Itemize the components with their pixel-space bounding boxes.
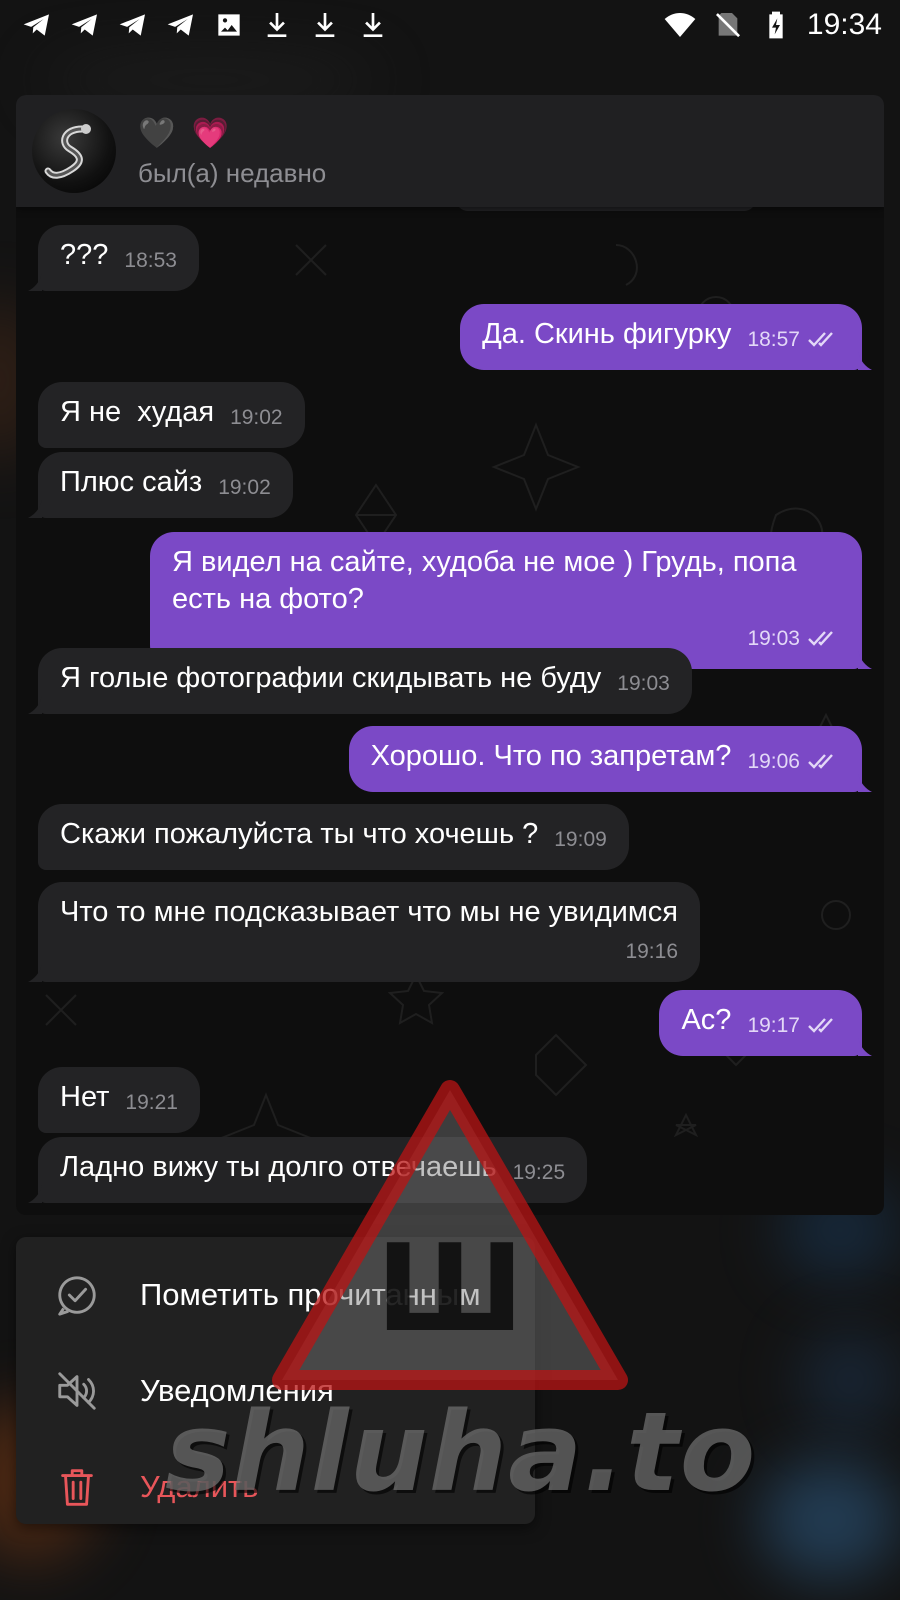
message-list: ??? 18:53 Да. Скинь фигурку 18:57 Я не худ… (16, 95, 884, 1215)
message-incoming[interactable]: Я не худая 19:02 (38, 382, 305, 448)
message-time: 18:53 (124, 249, 177, 272)
message-time: 19:17 (747, 1014, 800, 1037)
telegram-icon (68, 8, 102, 42)
mark-as-read-label: Пометить прочитанным (140, 1277, 481, 1312)
message-time: 19:16 (625, 940, 679, 963)
delete-item[interactable]: Удалить (16, 1439, 535, 1535)
bubble-tail (28, 273, 42, 291)
trash-icon (52, 1462, 102, 1512)
image-icon (212, 8, 246, 42)
battery-charging-icon (759, 8, 793, 42)
message-text: Я голые фотографии скидывать не буду (60, 662, 602, 694)
download-icon (356, 8, 390, 42)
message-incoming[interactable]: Я голые фотографии скидывать не буду 19:0… (28, 648, 692, 714)
delete-label: Удалить (140, 1469, 259, 1504)
bubble-tail (28, 500, 42, 518)
bubble-tail (28, 964, 42, 982)
message-text: Хорошо. Что по запретам? (370, 740, 732, 772)
message-incoming[interactable]: Плюс сайз 19:02 (28, 452, 293, 518)
wifi-icon (663, 8, 697, 42)
clock: 19:34 (806, 8, 882, 41)
double-check-icon (808, 743, 840, 780)
notifications-item[interactable]: Уведомления (16, 1343, 535, 1439)
notification-icons (20, 8, 390, 42)
message-text: Я не худая (60, 396, 215, 428)
bubble-tail (858, 651, 872, 669)
no-sim-icon (711, 8, 745, 42)
contact-status: был(а) недавно (138, 157, 327, 188)
mute-icon (52, 1366, 102, 1416)
message-incoming[interactable]: Скажи пожалуйста ты что хочешь ? 19:09 (38, 804, 629, 870)
download-icon (260, 8, 294, 42)
message-time: 19:25 (512, 1161, 566, 1184)
mark-as-read-item[interactable]: Пометить прочитанным (16, 1247, 535, 1343)
double-check-icon (808, 620, 840, 657)
telegram-icon (164, 8, 198, 42)
message-text: Нет (60, 1081, 110, 1113)
bubble-tail (858, 1038, 872, 1056)
message-time: 19:03 (747, 627, 800, 650)
check-circle-icon (52, 1270, 102, 1320)
message-incoming[interactable]: Ладно вижу ты долго отвечаешь 19:25 (28, 1137, 588, 1203)
double-check-icon (808, 321, 840, 358)
avatar[interactable] (32, 109, 116, 193)
message-time: 19:21 (125, 1091, 178, 1114)
bubble-tail (858, 774, 872, 792)
message-incoming[interactable]: Что то мне подсказывает что мы не увидим… (28, 882, 701, 982)
notifications-label: Уведомления (140, 1373, 334, 1408)
message-time: 19:02 (218, 476, 271, 499)
message-text: Да. Скинь фигурку (482, 318, 732, 350)
message-outgoing[interactable]: Хорошо. Что по запретам? 19:06 (348, 726, 872, 792)
message-text: Ас? (681, 1004, 732, 1036)
download-icon (308, 8, 342, 42)
telegram-icon (116, 8, 150, 42)
message-text: Что то мне подсказывает что мы не увидим… (60, 896, 679, 928)
status-bar: 19:34 (0, 0, 900, 50)
bubble-tail (28, 1185, 42, 1203)
message-outgoing[interactable]: Да. Скинь фигурку 18:57 (460, 304, 872, 370)
message-time: 19:03 (617, 672, 670, 695)
message-incoming[interactable]: Нет 19:21 (38, 1067, 200, 1133)
bubble-tail (28, 696, 42, 714)
message-text: ??? (60, 239, 109, 271)
context-menu: Пометить прочитанным Уведомления Удалить (16, 1237, 535, 1524)
chat-preview[interactable]: 🖤 💗 был(а) недавно ??? 18:53 Да. Скинь фи… (16, 95, 884, 1215)
message-time: 19:02 (230, 406, 283, 429)
message-text: Плюс сайз (60, 466, 203, 498)
message-incoming[interactable]: ??? 18:53 (28, 225, 199, 291)
message-text: Ладно вижу ты долго отвечаешь (60, 1151, 497, 1183)
bubble-tail (858, 352, 872, 370)
message-text: Скажи пожалуйста ты что хочешь ? (60, 818, 539, 850)
message-outgoing[interactable]: Ас? 19:17 (659, 990, 872, 1056)
telegram-icon (20, 8, 54, 42)
message-time: 19:06 (747, 750, 800, 773)
contact-name: 🖤 💗 (138, 116, 234, 150)
message-time: 19:09 (554, 828, 607, 851)
snake-avatar-image (44, 124, 91, 179)
double-check-icon (808, 1007, 840, 1044)
message-text: Я видел на сайте, худоба не мое ) Грудь,… (172, 546, 797, 615)
system-icons: 19:34 (663, 8, 882, 42)
chat-header[interactable]: 🖤 💗 был(а) недавно (16, 95, 884, 207)
message-time: 18:57 (747, 328, 800, 351)
